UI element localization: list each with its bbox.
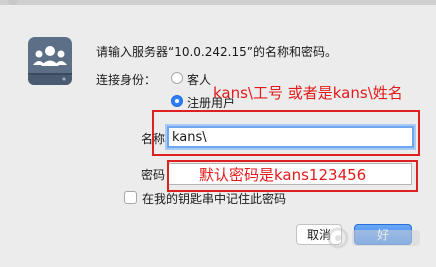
radio-guest-label[interactable]: 客人 xyxy=(187,71,211,88)
remember-password-label[interactable]: 在我的钥匙串中记住此密码 xyxy=(142,190,286,207)
name-hint-annotation: kans\工号 或者是kans\姓名 xyxy=(213,84,403,102)
connect-as-label: 连接身份： xyxy=(96,73,157,87)
server-icon xyxy=(28,37,72,85)
watermark-logo xyxy=(327,227,420,249)
dialog-prompt: 请输入服务器“10.0.242.15”的名称和密码。 xyxy=(96,45,337,59)
radio-registered-user[interactable] xyxy=(171,95,183,107)
password-hint-annotation: 默认密码是kans123456 xyxy=(199,166,367,184)
remember-password-checkbox[interactable] xyxy=(124,191,137,204)
radio-guest[interactable] xyxy=(171,72,183,84)
name-annotation-box xyxy=(152,110,420,156)
